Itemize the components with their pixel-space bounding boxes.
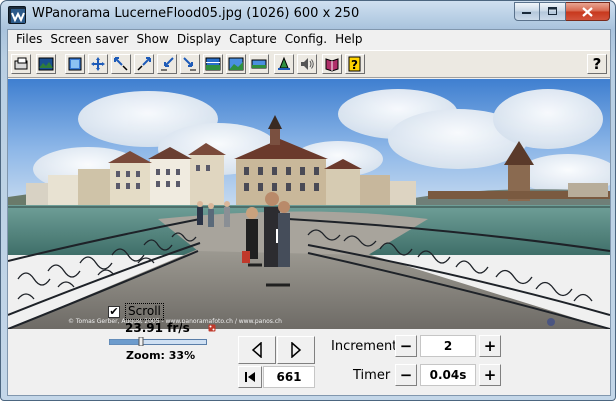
stretch-icon (251, 59, 267, 69)
zoom-out-button[interactable] (111, 54, 131, 74)
toolbar: ? ? (8, 50, 610, 78)
window-title: WPanorama LucerneFlood05.jpg (1026) 600 … (32, 6, 360, 21)
increment-label: Increment (331, 339, 398, 354)
scroll-left-button[interactable] (238, 336, 276, 364)
sound-icon (301, 58, 314, 70)
panorama-view[interactable]: © Tomas Gerber, August 2005 - www.panora… (8, 79, 610, 329)
panorama-button[interactable] (274, 54, 294, 74)
menu-files[interactable]: Files (8, 30, 42, 49)
shrink-icon (161, 57, 174, 71)
app-icon[interactable] (8, 6, 26, 24)
stretch-button[interactable] (249, 54, 269, 74)
menu-show[interactable]: Show (128, 30, 168, 49)
open-file-icon (14, 57, 28, 70)
increment-plus-button[interactable]: + (479, 335, 501, 357)
panorama-image (8, 79, 610, 329)
scroll-right-button[interactable] (277, 336, 315, 364)
dice-icon (208, 324, 216, 332)
skip-start-icon (245, 372, 255, 382)
maximize-button[interactable] (540, 2, 566, 21)
arrow-right-icon (291, 342, 302, 358)
increment-minus-button[interactable]: − (395, 335, 417, 357)
increment-field[interactable]: 2 (420, 335, 476, 357)
close-button[interactable] (566, 2, 610, 21)
arrow-left-icon (251, 342, 262, 358)
landscape-icon (228, 57, 244, 71)
shrink-button[interactable] (157, 54, 177, 74)
frame-rate: 23.91 fr/s (125, 321, 190, 335)
help-button[interactable]: ? (587, 54, 607, 74)
menu-config[interactable]: Config. (277, 30, 327, 49)
position-field[interactable]: 661 (263, 366, 315, 388)
title-bar[interactable]: WPanorama LucerneFlood05.jpg (1026) 600 … (1, 1, 615, 29)
timer-plus-button[interactable]: + (479, 364, 501, 386)
minimize-icon (522, 11, 531, 14)
fullscreen-button[interactable] (65, 54, 85, 74)
maximize-icon (547, 7, 557, 15)
zoom-in-button[interactable] (134, 54, 154, 74)
app-window: WPanorama LucerneFlood05.jpg (1026) 600 … (0, 0, 616, 401)
help-book-button[interactable]: ? (345, 54, 365, 74)
menu-display[interactable]: Display (169, 30, 221, 49)
fullscreen-icon (68, 57, 82, 71)
go-start-button[interactable] (238, 366, 262, 388)
zoom-out-icon (114, 57, 128, 71)
open-file-button[interactable] (11, 54, 31, 74)
minimize-button[interactable] (514, 2, 540, 21)
show-picture-icon (38, 57, 54, 71)
fit-image-icon (205, 57, 221, 71)
book-icon (325, 58, 339, 72)
timer-field[interactable]: 0.04s (420, 364, 476, 386)
scroll-checkbox[interactable]: ✔ (108, 306, 120, 318)
expand-icon (183, 57, 196, 71)
landscape-button[interactable] (226, 54, 246, 74)
timer-minus-button[interactable]: − (395, 364, 417, 386)
scroll-label[interactable]: Scroll (125, 303, 164, 320)
close-icon (582, 6, 593, 17)
zoom-in-icon (137, 57, 151, 71)
expand-button[interactable] (180, 54, 200, 74)
panorama-icon (278, 56, 290, 70)
menu-bar: Files Screen saver Show Display Capture … (8, 30, 610, 49)
help-book-icon: ? (348, 56, 361, 72)
zoom-slider[interactable] (109, 337, 207, 346)
zoom-label: Zoom: 33% (126, 349, 196, 362)
caption-buttons (514, 2, 610, 21)
book-button[interactable] (322, 54, 342, 74)
sound-button[interactable] (297, 54, 317, 74)
move-button[interactable] (88, 54, 108, 74)
menu-screen-saver[interactable]: Screen saver (42, 30, 128, 49)
svg-text:?: ? (351, 58, 358, 72)
timer-label: Timer (353, 368, 391, 383)
menu-help[interactable]: Help (327, 30, 362, 49)
move-icon (91, 57, 105, 71)
menu-capture[interactable]: Capture (221, 30, 277, 49)
fit-image-button[interactable] (203, 54, 223, 74)
show-picture-button[interactable] (36, 54, 56, 74)
